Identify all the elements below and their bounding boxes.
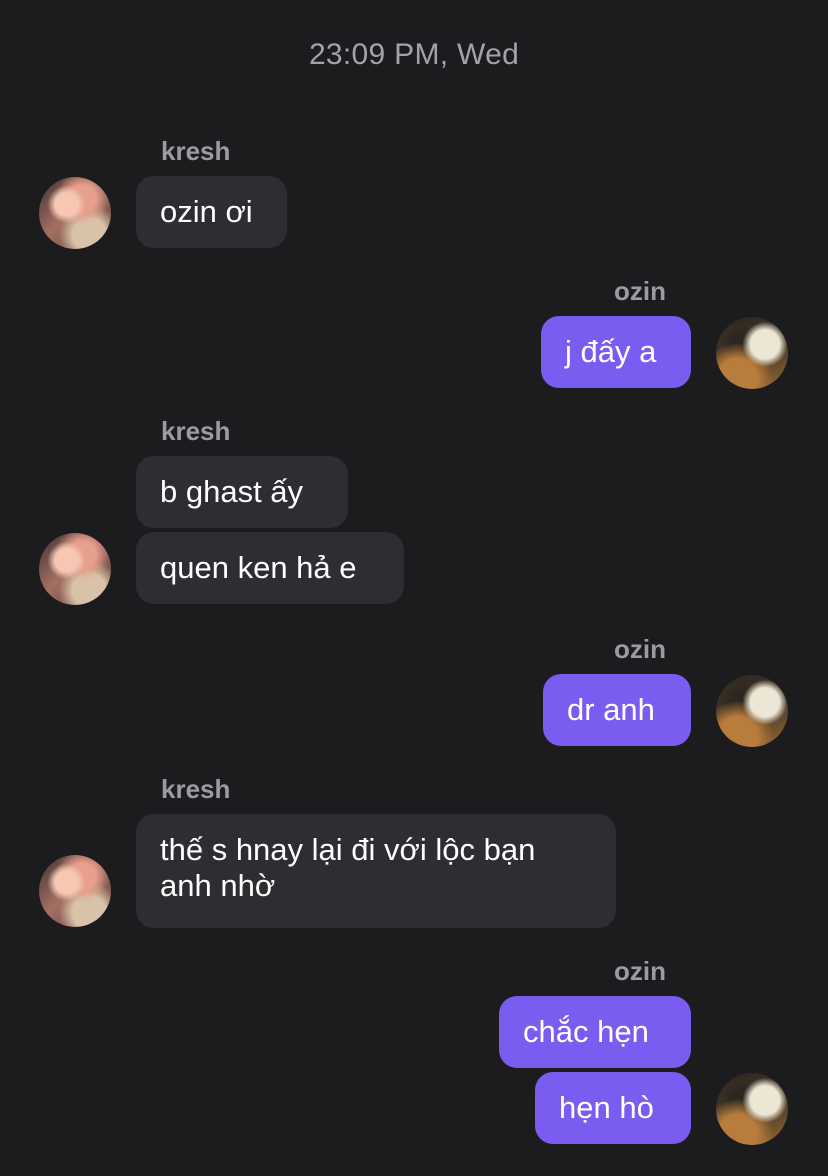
message-bubble-outgoing[interactable]: dr anh xyxy=(543,674,691,746)
avatar-ozin[interactable] xyxy=(716,317,788,389)
message-bubble-outgoing[interactable]: j đấy a xyxy=(541,316,691,388)
sender-name-ozin: ozin xyxy=(614,956,666,986)
message-bubble-incoming[interactable]: quen ken hả e xyxy=(136,532,404,604)
avatar-kresh[interactable] xyxy=(39,177,111,249)
sender-name-kresh: kresh xyxy=(161,416,231,446)
message-bubble-incoming[interactable]: b ghast ấy xyxy=(136,456,348,528)
message-bubble-incoming[interactable]: ozin ơi xyxy=(136,176,287,248)
avatar-kresh[interactable] xyxy=(39,533,111,605)
message-bubble-outgoing[interactable]: hẹn hò xyxy=(535,1072,691,1144)
sender-name-ozin: ozin xyxy=(614,634,666,664)
avatar-ozin[interactable] xyxy=(716,675,788,747)
sender-name-ozin: ozin xyxy=(614,276,666,306)
sender-name-kresh: kresh xyxy=(161,774,231,804)
sender-name-kresh: kresh xyxy=(161,136,231,166)
message-bubble-incoming[interactable]: thế s hnay lại đi với lộc bạn anh nhờ xyxy=(136,814,616,928)
avatar-kresh[interactable] xyxy=(39,855,111,927)
avatar-ozin[interactable] xyxy=(716,1073,788,1145)
chat-timestamp: 23:09 PM, Wed xyxy=(308,38,520,71)
message-bubble-outgoing[interactable]: chắc hẹn xyxy=(499,996,691,1068)
